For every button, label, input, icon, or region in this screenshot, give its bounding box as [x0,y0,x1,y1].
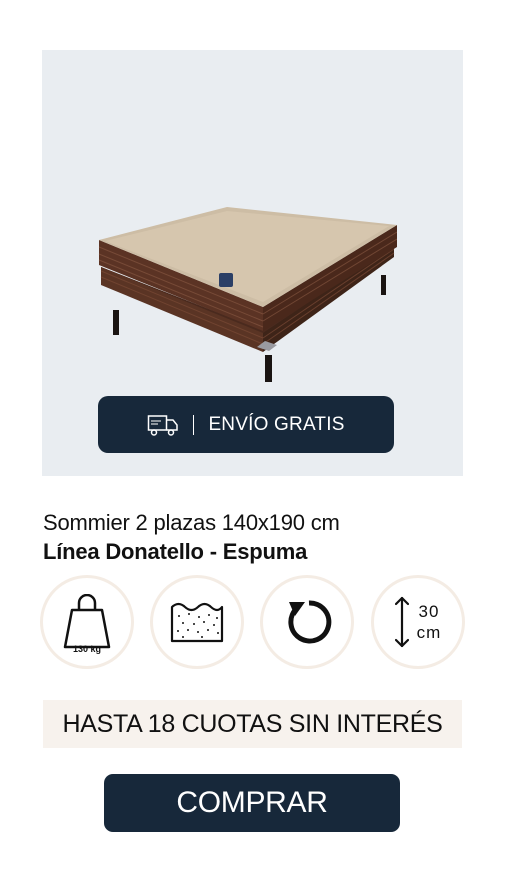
truck-icon [148,414,179,436]
badge-divider [193,414,195,435]
installments-banner: HASTA 18 CUOTAS SIN INTERÉS [43,700,462,748]
height-value: 30 cm [416,602,442,642]
free-shipping-badge: ENVÍO GRATIS [98,396,394,453]
shipping-label: ENVÍO GRATIS [208,413,345,435]
buy-button[interactable]: COMPRAR [104,774,400,832]
weight-feature: 130 kg [40,575,134,669]
height-icon [394,596,409,648]
foam-feature [150,575,244,669]
feature-icons: 130 kg 30 cm [40,575,466,669]
weight-label: 130 kg [72,644,102,654]
product-image[interactable]: ENVÍO GRATIS [42,50,463,476]
rotate-icon [288,600,332,644]
rotate-feature [260,575,354,669]
product-title[interactable]: Sommier 2 plazas 140x190 cm Línea Donate… [43,508,463,566]
product-line: Línea Donatello - Espuma [43,539,308,564]
weight-icon [63,593,111,649]
height-feature: 30 cm [371,575,465,669]
bed-image [98,207,397,382]
product-name: Sommier 2 plazas 140x190 cm [43,510,340,535]
foam-icon [170,602,224,643]
